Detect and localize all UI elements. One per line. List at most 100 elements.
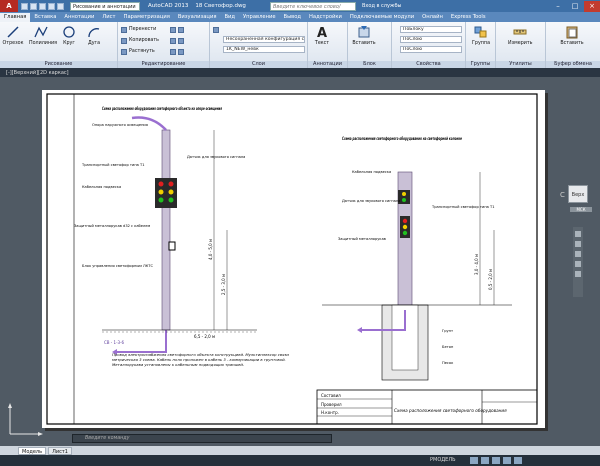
- panel-annotation: A Текст Аннотации: [308, 22, 348, 68]
- command-line[interactable]: Введите команду: [72, 434, 332, 443]
- dim-left-3: 6,5 - 2,0 м: [194, 334, 215, 339]
- measure-label: Измерить: [508, 41, 533, 46]
- lineweight-select[interactable]: ПоСлою: [400, 46, 462, 53]
- window-title-app: AutoCAD 2013: [148, 3, 189, 9]
- window-controls: – □ ×: [550, 0, 600, 12]
- panel-draw-title: Рисование: [0, 61, 117, 68]
- layer-properties-button[interactable]: [213, 26, 220, 33]
- layer-icon: [213, 26, 219, 33]
- workspace-select[interactable]: Рисование и аннотации: [70, 1, 140, 11]
- title-bar: A Рисование и аннотации AutoCAD 2013 18 …: [0, 0, 600, 18]
- tab-sheet1[interactable]: Лист1: [48, 446, 72, 455]
- group-icon: [474, 26, 487, 38]
- tab-plugins[interactable]: Подключаемые модули: [346, 13, 418, 22]
- viewcube[interactable]: С Верх МСК: [560, 177, 594, 217]
- save-icon[interactable]: [39, 2, 46, 10]
- fullscreen-icon[interactable]: [514, 457, 522, 464]
- steering-wheel-icon[interactable]: [575, 231, 581, 237]
- left-label-1: Опора наружного освещения: [92, 123, 148, 127]
- copy-button[interactable]: Копировать: [121, 37, 159, 44]
- pan-icon[interactable]: [575, 241, 581, 247]
- stretch-button[interactable]: Растянуть: [121, 48, 155, 55]
- mirror-button[interactable]: [170, 37, 185, 44]
- group-label: Группа: [471, 41, 491, 46]
- drawing-area[interactable]: Составил Проверил Н.контр. Схема располо…: [0, 77, 600, 446]
- orbit-icon[interactable]: [575, 261, 581, 267]
- model-space-toggle[interactable]: РМОДЕЛЬ: [430, 457, 456, 463]
- rotate-button[interactable]: [170, 26, 185, 33]
- measure-button[interactable]: Измерить: [508, 25, 533, 46]
- tab-online[interactable]: Онлайн: [418, 13, 447, 22]
- tab-parametric[interactable]: Параметризация: [120, 13, 174, 22]
- panel-layers-title: Слои: [210, 61, 307, 68]
- scale-button[interactable]: [170, 48, 185, 55]
- panel-layers: Несохраненная конфигурация сло 1K_NEW_не…: [210, 22, 308, 68]
- viewport-controls-label[interactable]: [-][Верхний][2D каркас]: [6, 69, 69, 77]
- polyline-icon: [34, 26, 48, 38]
- lock-icon[interactable]: [492, 457, 500, 464]
- circle-label: Круг: [63, 41, 75, 46]
- circle-button[interactable]: Круг: [57, 25, 81, 46]
- redo-icon[interactable]: [57, 2, 64, 10]
- paste-button[interactable]: Вставить: [560, 25, 584, 46]
- tab-manage[interactable]: Управление: [239, 13, 280, 22]
- zoom-icon[interactable]: [575, 251, 581, 257]
- tab-render[interactable]: Визуализация: [174, 13, 221, 22]
- help-search-input[interactable]: Введите ключевое слово/фразу: [270, 1, 356, 18]
- ground-label-2: Бетон: [442, 345, 454, 349]
- tab-model[interactable]: Модель: [18, 446, 47, 455]
- isolate-icon[interactable]: [503, 457, 511, 464]
- stretch-label: Растянуть: [129, 49, 155, 54]
- viewcube-face-top[interactable]: Верх: [568, 185, 588, 203]
- right-label-4: Защитный металлорукав: [338, 237, 386, 241]
- stamp-title: Схема расположения светофорного оборудов…: [394, 408, 507, 413]
- application-menu-button[interactable]: A: [0, 0, 18, 12]
- showmotion-icon[interactable]: [575, 271, 581, 277]
- circle-icon: [63, 26, 75, 38]
- status-bar: РМОДЕЛЬ: [0, 455, 600, 466]
- current-layer-select[interactable]: 1K_NEW_невк: [223, 46, 305, 53]
- move-button[interactable]: Перенести: [121, 26, 156, 33]
- sign-in-link[interactable]: Вход в службы: [362, 3, 401, 9]
- tab-addins[interactable]: Надстройки: [305, 13, 346, 22]
- panel-block: Вставить Блок: [348, 22, 392, 68]
- close-button[interactable]: ×: [584, 0, 600, 12]
- annotation-scale-icon[interactable]: [470, 457, 478, 464]
- panel-block-title: Блок: [348, 61, 391, 68]
- tab-insert[interactable]: Вставка: [30, 13, 60, 22]
- text-button[interactable]: A Текст: [310, 25, 334, 46]
- tab-view[interactable]: Вид: [220, 13, 239, 22]
- tab-home[interactable]: Главная: [0, 13, 31, 22]
- viewcube-wcs[interactable]: МСК: [570, 207, 592, 212]
- new-icon[interactable]: [21, 2, 28, 10]
- minimize-button[interactable]: –: [550, 1, 566, 12]
- dim-right-2: 0,5 - 2,0 м: [488, 269, 493, 290]
- tab-annotate[interactable]: Аннотации: [60, 13, 98, 22]
- group-button[interactable]: Группа: [469, 25, 493, 46]
- linetype-select[interactable]: ПоСлою: [400, 36, 462, 43]
- panel-draw: Отрезок Полилиния Круг Дуга Рисование: [0, 22, 118, 68]
- notes-text: Провод электроснабжения светофорного объ…: [112, 352, 289, 367]
- arc-button[interactable]: Дуга: [82, 25, 106, 46]
- workspace-switch-icon[interactable]: [481, 457, 489, 464]
- maximize-button[interactable]: □: [567, 1, 583, 12]
- undo-icon[interactable]: [48, 2, 55, 10]
- drawing-sheet: Составил Проверил Н.контр. Схема располо…: [42, 90, 545, 428]
- color-select[interactable]: ПоБлоку: [400, 26, 462, 33]
- window-title-file: 18 Светофор.dwg: [195, 3, 246, 9]
- layer-state-select[interactable]: Несохраненная конфигурация сло: [223, 36, 305, 43]
- polyline-button[interactable]: Полилиния: [29, 25, 57, 46]
- cable-tag: СВ - 1-3-6: [104, 340, 125, 345]
- panel-properties: ПоБлоку ПоСлою ПоСлою Свойства: [392, 22, 466, 68]
- tab-layout[interactable]: Лист: [98, 13, 119, 22]
- command-input[interactable]: Введите команду: [85, 435, 265, 442]
- panel-utilities-title: Утилиты: [496, 61, 545, 68]
- move-label: Перенести: [129, 27, 157, 32]
- arc-label: Дуга: [87, 41, 101, 46]
- right-label-2: Датчик для звукового сигнала: [342, 199, 400, 203]
- line-button[interactable]: Отрезок: [1, 25, 25, 46]
- tab-express-tools[interactable]: Express Tools: [447, 13, 490, 22]
- tab-output[interactable]: Вывод: [280, 13, 305, 22]
- insert-block-button[interactable]: Вставить: [352, 25, 376, 46]
- open-icon[interactable]: [30, 2, 37, 10]
